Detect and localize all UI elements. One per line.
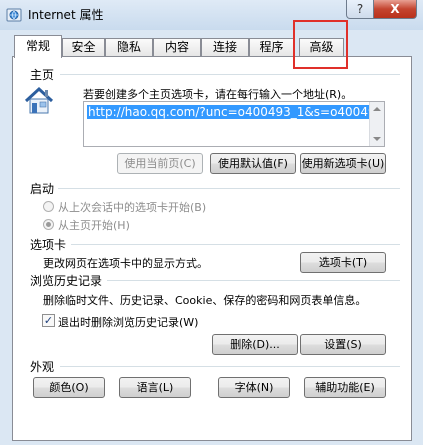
history-description: 删除临时文件、历史记录、Cookie、保存的密码和网页表单信息。 xyxy=(43,294,367,307)
tabs-button[interactable]: 选项卡(T) xyxy=(300,252,386,273)
scroll-up-icon[interactable] xyxy=(373,107,381,111)
tab-connections[interactable]: 连接 xyxy=(201,38,249,56)
delete-history-checkbox-label: 退出时删除浏览历史记录(W) xyxy=(58,316,199,329)
radio-last-session[interactable] xyxy=(43,201,54,212)
appearance-section-label: 外观 xyxy=(30,360,55,374)
tab-programs[interactable]: 程序 xyxy=(249,38,294,56)
radio-homepage[interactable] xyxy=(43,219,54,230)
tab-strip: 常规 安全 隐私 内容 连接 程序 高级 xyxy=(0,30,423,58)
colors-button[interactable]: 颜色(O) xyxy=(33,377,105,398)
homepage-section-label: 主页 xyxy=(30,68,55,82)
delete-history-checkbox[interactable]: ✓ xyxy=(42,314,55,327)
close-button[interactable]: X xyxy=(373,0,417,19)
fonts-button[interactable]: 字体(N) xyxy=(218,377,290,398)
radio-last-session-label: 从上次会话中的选项卡开始(B) xyxy=(58,201,207,214)
use-current-button[interactable]: 使用当前页(C) xyxy=(117,153,203,174)
title-bar: Internet 属性 ? X xyxy=(0,0,423,30)
radio-homepage-label: 从主页开始(H) xyxy=(58,219,130,232)
help-button[interactable]: ? xyxy=(346,0,374,19)
accessibility-button[interactable]: 辅助功能(E) xyxy=(304,377,386,398)
delete-history-button[interactable]: 删除(D)... xyxy=(212,334,298,355)
tab-content[interactable]: 内容 xyxy=(153,38,201,56)
startup-divider xyxy=(58,188,400,189)
homepage-url-input[interactable]: http://hao.qq.com/?unc=o400493_1&s=o4004… xyxy=(83,101,385,147)
homepage-url-text: http://hao.qq.com/?unc=o400493_1&s=o4004… xyxy=(87,105,384,119)
url-scrollbar[interactable] xyxy=(369,102,384,146)
homepage-instruction: 若要创建多个主页选项卡，请在每行输入一个地址(R)。 xyxy=(83,88,353,101)
history-settings-button[interactable]: 设置(S) xyxy=(300,334,386,355)
home-icon xyxy=(24,86,54,114)
tabs-divider xyxy=(71,244,400,245)
use-new-tab-button[interactable]: 使用新选项卡(U) xyxy=(300,153,386,174)
use-default-button[interactable]: 使用默认值(F) xyxy=(210,153,296,174)
internet-options-icon xyxy=(6,8,22,22)
advanced-tab-highlight xyxy=(293,20,348,69)
appearance-divider xyxy=(60,366,400,367)
tab-security[interactable]: 安全 xyxy=(62,38,105,56)
window-title: Internet 属性 xyxy=(28,8,104,22)
history-section-label: 浏览历史记录 xyxy=(30,274,103,288)
languages-button[interactable]: 语言(L) xyxy=(119,377,191,398)
tabs-description: 更改网页在选项卡中的显示方式。 xyxy=(43,257,208,270)
history-divider xyxy=(107,280,400,281)
tab-privacy[interactable]: 隐私 xyxy=(105,38,153,56)
tabs-section-label: 选项卡 xyxy=(30,238,67,252)
tab-general[interactable]: 常规 xyxy=(14,35,62,58)
startup-section-label: 启动 xyxy=(30,182,55,196)
homepage-divider xyxy=(60,74,400,75)
scroll-down-icon[interactable] xyxy=(373,137,381,141)
